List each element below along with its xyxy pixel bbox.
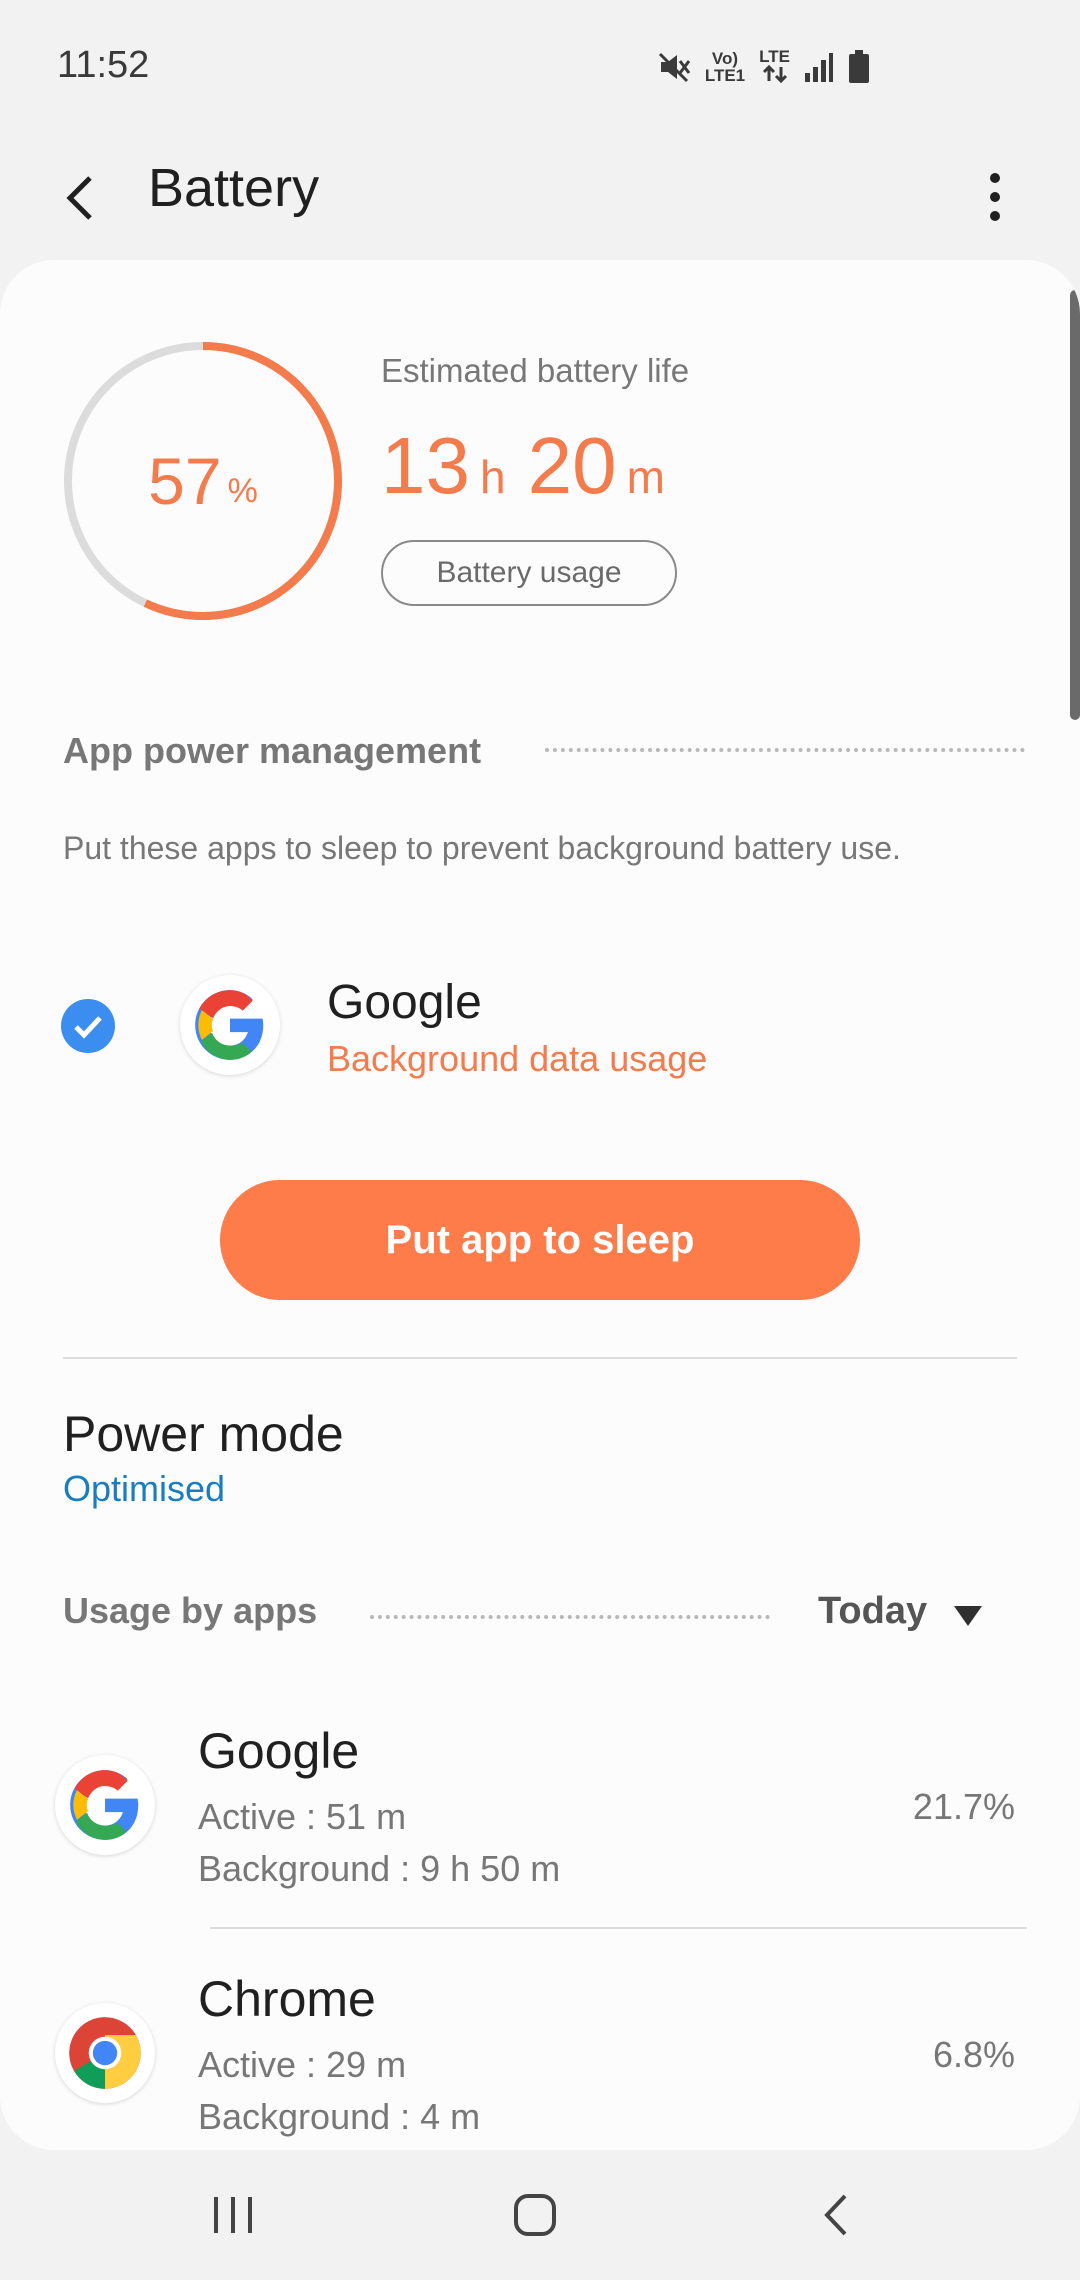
- app-power-management-header: App power management: [63, 730, 482, 771]
- usage-percent: 21.7%: [912, 1786, 1015, 1827]
- app-icon-chrome: [55, 2003, 155, 2103]
- status-icons: Vo) LTE1 LTE: [657, 48, 870, 86]
- estimated-battery-value: 13 h 20 m: [381, 420, 687, 512]
- signal-icon: [805, 53, 833, 82]
- more-vert-icon: [990, 173, 1000, 221]
- lte-label: LTE: [759, 47, 790, 66]
- estimated-minutes: 20: [527, 421, 617, 510]
- updown-arrows-icon: [762, 64, 787, 84]
- power-mode-value: Optimised: [63, 1468, 226, 1509]
- status-bar: 11:52 Vo) LTE1 LTE: [0, 0, 1080, 130]
- usage-background-time: Background : 4 m: [198, 2096, 481, 2137]
- scrollbar[interactable]: [1070, 290, 1080, 720]
- navigation-bar: [0, 2150, 1080, 2280]
- app-checkbox[interactable]: [60, 998, 116, 1054]
- nav-back-button[interactable]: [792, 2180, 882, 2250]
- more-options-button[interactable]: [975, 160, 1015, 230]
- usage-background-time: Background : 9 h 50 m: [198, 1848, 561, 1889]
- battery-percent-number: 57: [148, 444, 222, 518]
- google-icon: [70, 1770, 139, 1840]
- battery-percent: 57 %: [58, 336, 348, 626]
- period-dropdown[interactable]: Today: [818, 1590, 927, 1633]
- usage-app-name: Chrome: [198, 1971, 376, 2027]
- usage-by-apps-header: Usage by apps: [63, 1590, 318, 1631]
- volte-indicator: Vo) LTE1: [705, 50, 745, 84]
- put-app-to-sleep-button[interactable]: Put app to sleep: [220, 1180, 860, 1300]
- usage-active-time: Active : 51 m: [198, 1796, 407, 1837]
- battery-percent-unit: %: [227, 471, 258, 510]
- app-name: Google: [327, 976, 482, 1029]
- lte-arrows-icon: LTE: [759, 48, 790, 86]
- home-button[interactable]: [490, 2180, 580, 2250]
- back-arrow-icon: [66, 176, 92, 220]
- status-time: 11:52: [57, 44, 150, 86]
- app-power-description: Put these apps to sleep to prevent backg…: [63, 830, 901, 866]
- nav-back-icon: [824, 2194, 847, 2236]
- home-icon: [514, 2194, 556, 2236]
- dropdown-arrow-icon[interactable]: [952, 1604, 984, 1628]
- recents-button[interactable]: [188, 2180, 278, 2250]
- usage-active-time: Active : 29 m: [198, 2044, 407, 2085]
- row-divider: [210, 1927, 1027, 1929]
- volte-bottom-label: LTE1: [704, 66, 746, 85]
- recents-icon: [214, 2197, 252, 2233]
- section-divider-dots: [545, 748, 1025, 752]
- app-subtitle: Background data usage: [327, 1038, 708, 1079]
- usage-app-name: Google: [198, 1723, 360, 1779]
- app-bar: Battery: [0, 130, 1080, 260]
- battery-usage-button[interactable]: Battery usage: [381, 540, 677, 606]
- estimated-minutes-unit: m: [626, 451, 665, 503]
- divider: [63, 1357, 1017, 1359]
- chrome-icon: [69, 2017, 141, 2089]
- battery-icon: [849, 50, 869, 83]
- app-icon-google: [55, 1755, 155, 1855]
- content-card: 57 % Estimated battery life 13 h 20 m Ba…: [0, 260, 1080, 2150]
- usage-percent: 6.8%: [932, 2034, 1015, 2075]
- google-icon: [195, 990, 264, 1060]
- app-icon-google: [180, 975, 280, 1075]
- page-title: Battery: [148, 158, 320, 218]
- usage-divider-dots: [370, 1615, 770, 1619]
- estimated-battery-label: Estimated battery life: [381, 352, 690, 389]
- back-button[interactable]: [58, 160, 108, 230]
- volte-top-label: Vo): [711, 49, 739, 68]
- power-mode-title: Power mode: [63, 1406, 344, 1462]
- estimated-hours: 13: [381, 421, 470, 510]
- mute-icon: [658, 52, 691, 83]
- estimated-hours-unit: h: [479, 451, 506, 503]
